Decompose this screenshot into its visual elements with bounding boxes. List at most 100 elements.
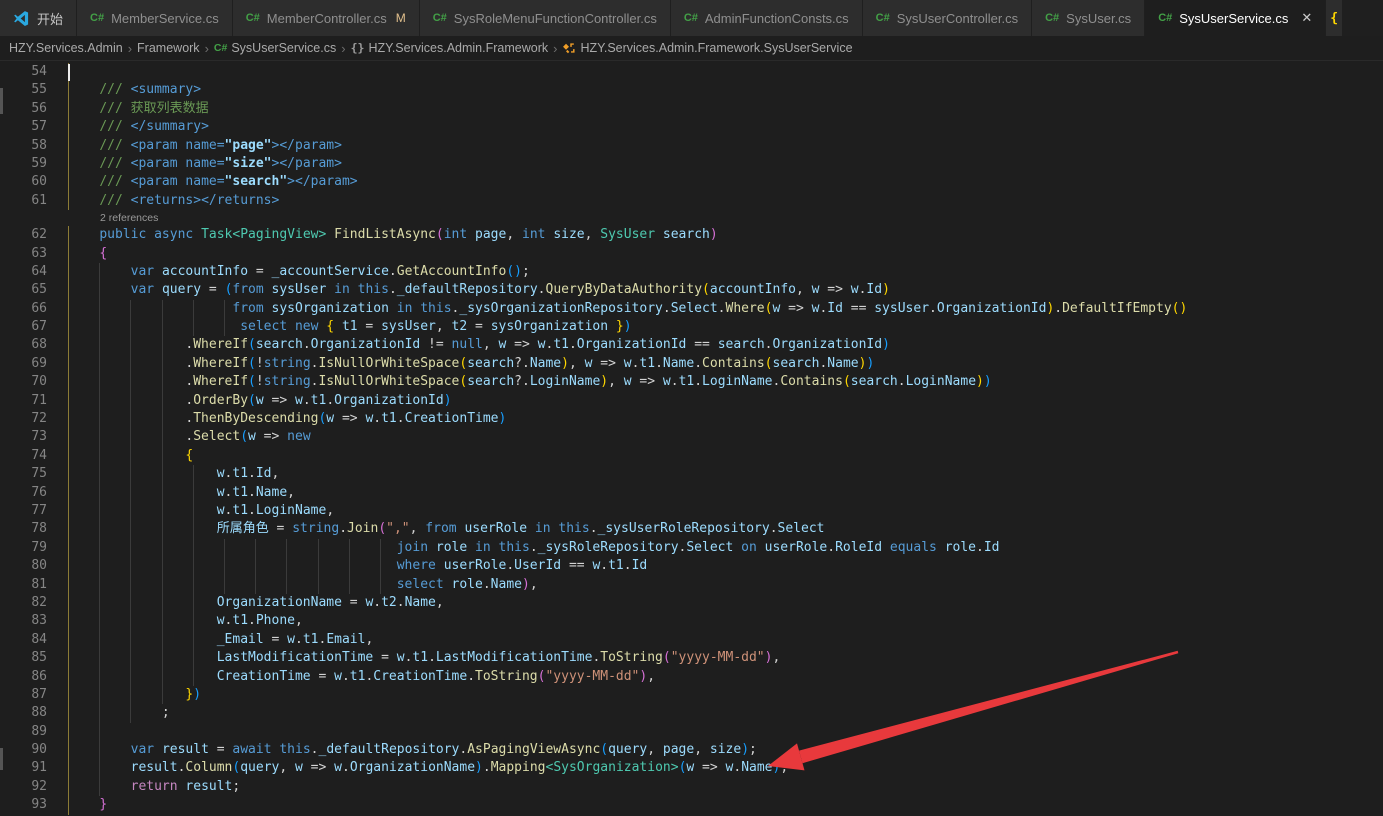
line-number[interactable]: 82 bbox=[0, 594, 47, 612]
code-line-64[interactable]: 64 var accountInfo = _accountService.Get… bbox=[0, 263, 1383, 281]
line-number[interactable]: 72 bbox=[0, 410, 47, 428]
line-number[interactable]: 86 bbox=[0, 668, 47, 686]
line-number[interactable]: 71 bbox=[0, 392, 47, 410]
code-line-74[interactable]: 74 { bbox=[0, 447, 1383, 465]
line-number[interactable]: 81 bbox=[0, 576, 47, 594]
line-number[interactable]: 58 bbox=[0, 137, 47, 155]
line-number[interactable]: 83 bbox=[0, 612, 47, 630]
tab-adminfunctionconsts.cs[interactable]: C#AdminFunctionConsts.cs bbox=[671, 0, 862, 36]
code-line-72[interactable]: 72 .ThenByDescending(w => w.t1.CreationT… bbox=[0, 410, 1383, 428]
code-line-70[interactable]: 70 .WhereIf(!string.IsNullOrWhiteSpace(s… bbox=[0, 373, 1383, 391]
line-number[interactable]: 92 bbox=[0, 778, 47, 796]
breadcrumb-item[interactable]: C#SysUserService.cs bbox=[214, 41, 336, 55]
code-line-87[interactable]: 87 }) bbox=[0, 686, 1383, 704]
line-number[interactable]: 74 bbox=[0, 447, 47, 465]
line-number[interactable]: 80 bbox=[0, 557, 47, 575]
tab-membercontroller.cs[interactable]: C#MemberController.csM bbox=[233, 0, 419, 36]
breadcrumb-item[interactable]: Framework bbox=[137, 41, 200, 55]
code-line-54[interactable]: 54 bbox=[0, 63, 1383, 81]
line-number[interactable]: 66 bbox=[0, 300, 47, 318]
code-line-61[interactable]: 61 /// <returns></returns> bbox=[0, 192, 1383, 210]
code-line-78[interactable]: 78 所属角色 = string.Join(",", from userRole… bbox=[0, 520, 1383, 538]
line-number[interactable]: 91 bbox=[0, 759, 47, 777]
line-number[interactable]: 68 bbox=[0, 336, 47, 354]
code-line-67[interactable]: 67 select new { t1 = sysUser, t2 = sysOr… bbox=[0, 318, 1383, 336]
tab-label: 开始 bbox=[37, 9, 63, 28]
line-number[interactable]: 75 bbox=[0, 465, 47, 483]
line-number[interactable]: 90 bbox=[0, 741, 47, 759]
line-number[interactable]: 60 bbox=[0, 173, 47, 191]
tab-{[interactable]: { bbox=[1326, 0, 1342, 36]
tab-开始[interactable]: 开始 bbox=[0, 0, 76, 36]
line-number[interactable]: 61 bbox=[0, 192, 47, 210]
csharp-file-icon: C# bbox=[214, 42, 227, 54]
code-line-69[interactable]: 69 .WhereIf(!string.IsNullOrWhiteSpace(s… bbox=[0, 355, 1383, 373]
code-line-68[interactable]: 68 .WhereIf(search.OrganizationId != nul… bbox=[0, 336, 1383, 354]
code-line-82[interactable]: 82 OrganizationName = w.t2.Name, bbox=[0, 594, 1383, 612]
line-number[interactable]: 87 bbox=[0, 686, 47, 704]
code-line-88[interactable]: 88 ; bbox=[0, 704, 1383, 722]
breadcrumb-item[interactable]: {}HZY.Services.Admin.Framework bbox=[351, 41, 549, 55]
line-number[interactable]: 70 bbox=[0, 373, 47, 391]
line-number[interactable]: 69 bbox=[0, 355, 47, 373]
line-number[interactable]: 63 bbox=[0, 245, 47, 263]
line-number[interactable]: 85 bbox=[0, 649, 47, 667]
tab-memberservice.cs[interactable]: C#MemberService.cs bbox=[77, 0, 232, 36]
code-text: join role in this._sysRoleRepository.Sel… bbox=[68, 539, 999, 557]
line-number[interactable]: 62 bbox=[0, 226, 47, 244]
code-line-85[interactable]: 85 LastModificationTime = w.t1.LastModif… bbox=[0, 649, 1383, 667]
line-number[interactable]: 88 bbox=[0, 704, 47, 722]
code-line-71[interactable]: 71 .OrderBy(w => w.t1.OrganizationId) bbox=[0, 392, 1383, 410]
line-number[interactable]: 89 bbox=[0, 723, 47, 741]
tab-sysrolemenufunctioncontroller.cs[interactable]: C#SysRoleMenuFunctionController.cs bbox=[420, 0, 670, 36]
code-line-62[interactable]: 62 public async Task<PagingView> FindLis… bbox=[0, 226, 1383, 244]
line-number[interactable]: 79 bbox=[0, 539, 47, 557]
code-line-65[interactable]: 65 var query = (from sysUser in this._de… bbox=[0, 281, 1383, 299]
line-number[interactable]: 57 bbox=[0, 118, 47, 136]
code-line-91[interactable]: 91 result.Column(query, w => w.Organizat… bbox=[0, 759, 1383, 777]
code-line-84[interactable]: 84 _Email = w.t1.Email, bbox=[0, 631, 1383, 649]
codelens-references[interactable]: 2 references bbox=[0, 210, 1383, 226]
breadcrumb-item[interactable]: HZY.Services.Admin.Framework.SysUserServ… bbox=[562, 41, 852, 55]
line-number[interactable]: 73 bbox=[0, 428, 47, 446]
line-number[interactable]: 84 bbox=[0, 631, 47, 649]
tab-sysuser.cs[interactable]: C#SysUser.cs bbox=[1032, 0, 1144, 36]
line-number[interactable]: 59 bbox=[0, 155, 47, 173]
code-line-89[interactable]: 89 bbox=[0, 723, 1383, 741]
line-number[interactable]: 78 bbox=[0, 520, 47, 538]
line-number[interactable]: 65 bbox=[0, 281, 47, 299]
code-line-58[interactable]: 58 /// <param name="page"></param> bbox=[0, 137, 1383, 155]
code-editor[interactable]: 5455 /// <summary>56 /// 获取列表数据57 /// </… bbox=[0, 61, 1383, 816]
code-line-93[interactable]: 93 } bbox=[0, 796, 1383, 814]
tab-sysusercontroller.cs[interactable]: C#SysUserController.cs bbox=[863, 0, 1031, 36]
line-number[interactable]: 56 bbox=[0, 100, 47, 118]
code-line-86[interactable]: 86 CreationTime = w.t1.CreationTime.ToSt… bbox=[0, 668, 1383, 686]
code-line-90[interactable]: 90 var result = await this._defaultRepos… bbox=[0, 741, 1383, 759]
line-number[interactable]: 76 bbox=[0, 484, 47, 502]
code-line-60[interactable]: 60 /// <param name="search"></param> bbox=[0, 173, 1383, 191]
close-icon[interactable]: ✕ bbox=[1301, 10, 1312, 26]
code-line-92[interactable]: 92 return result; bbox=[0, 778, 1383, 796]
code-line-81[interactable]: 81 select role.Name), bbox=[0, 576, 1383, 594]
line-number[interactable]: 67 bbox=[0, 318, 47, 336]
code-line-73[interactable]: 73 .Select(w => new bbox=[0, 428, 1383, 446]
code-line-56[interactable]: 56 /// 获取列表数据 bbox=[0, 100, 1383, 118]
code-line-59[interactable]: 59 /// <param name="size"></param> bbox=[0, 155, 1383, 173]
code-line-79[interactable]: 79 join role in this._sysRoleRepository.… bbox=[0, 539, 1383, 557]
line-number[interactable]: 54 bbox=[0, 63, 47, 81]
code-line-75[interactable]: 75 w.t1.Id, bbox=[0, 465, 1383, 483]
code-line-80[interactable]: 80 where userRole.UserId == w.t1.Id bbox=[0, 557, 1383, 575]
breadcrumb-item[interactable]: HZY.Services.Admin bbox=[9, 41, 123, 55]
code-line-66[interactable]: 66 from sysOrganization in this._sysOrga… bbox=[0, 300, 1383, 318]
code-line-77[interactable]: 77 w.t1.LoginName, bbox=[0, 502, 1383, 520]
tab-sysuserservice.cs[interactable]: C#SysUserService.cs✕ bbox=[1145, 0, 1325, 36]
line-number[interactable]: 64 bbox=[0, 263, 47, 281]
code-line-76[interactable]: 76 w.t1.Name, bbox=[0, 484, 1383, 502]
code-line-55[interactable]: 55 /// <summary> bbox=[0, 81, 1383, 99]
code-line-63[interactable]: 63 { bbox=[0, 245, 1383, 263]
line-number[interactable]: 55 bbox=[0, 81, 47, 99]
line-number[interactable]: 93 bbox=[0, 796, 47, 814]
code-line-83[interactable]: 83 w.t1.Phone, bbox=[0, 612, 1383, 630]
code-line-57[interactable]: 57 /// </summary> bbox=[0, 118, 1383, 136]
line-number[interactable]: 77 bbox=[0, 502, 47, 520]
